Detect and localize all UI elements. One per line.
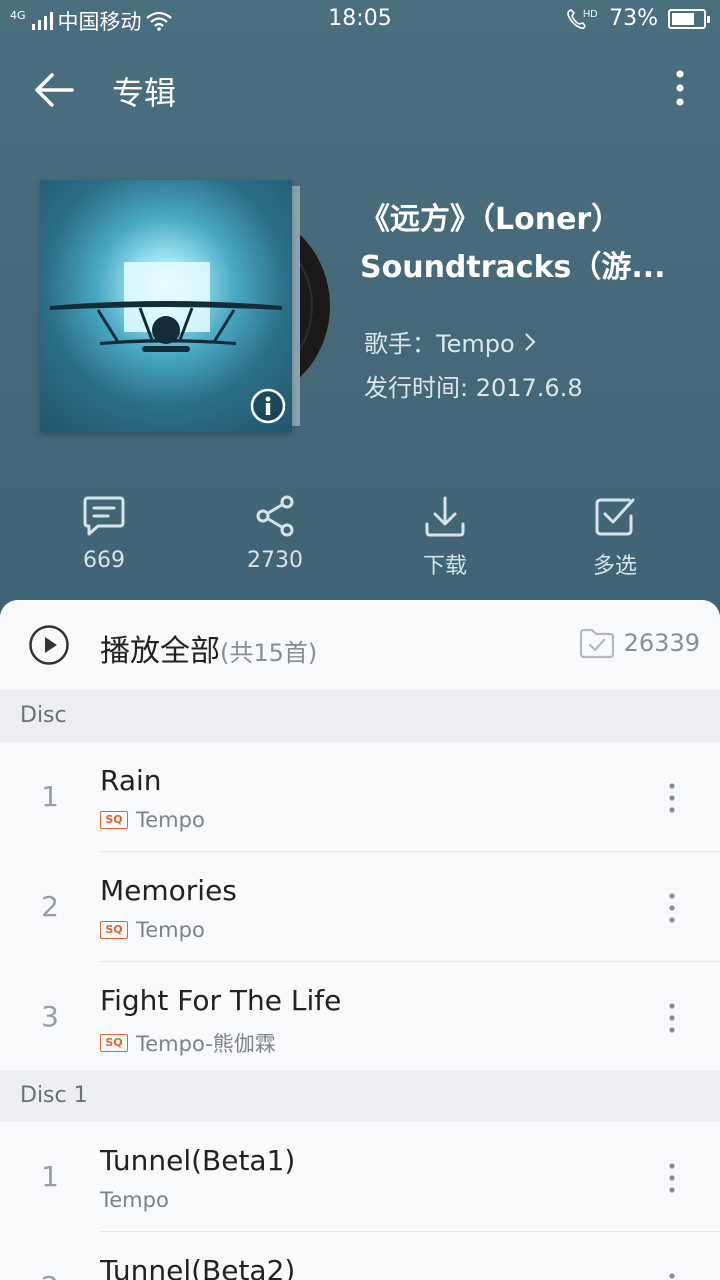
album-title: 《远方》（Loner） Soundtracks（游... (360, 196, 680, 292)
album-info-button[interactable] (250, 388, 286, 424)
download-button[interactable]: 下载 (385, 494, 505, 580)
track-title: Memories (100, 874, 237, 907)
track-more-icon[interactable] (660, 1270, 684, 1280)
disc-header: Disc 1 (0, 1070, 720, 1122)
hd-call-icon: HD (567, 9, 598, 29)
comments-button[interactable]: 669 (44, 494, 164, 573)
track-more-icon[interactable] (660, 780, 684, 816)
share-icon (256, 495, 294, 537)
track-title: Fight For The Life (100, 984, 342, 1017)
app-bar: 专辑 (0, 54, 720, 126)
album-title-line-1: 《远方》（Loner） (360, 202, 622, 237)
track-row[interactable]: 2 Tunnel(Beta2) (0, 1232, 720, 1280)
favorites-count: 26339 (623, 629, 700, 657)
track-title: Tunnel(Beta2) (100, 1254, 296, 1280)
sq-quality-badge: SQ (100, 1034, 128, 1052)
collect-album-button[interactable]: 26339 (578, 626, 700, 660)
comment-icon (83, 496, 125, 536)
battery-percent: 73% (609, 6, 658, 31)
track-artist: Tempo (100, 1188, 169, 1212)
track-list-panel: 播放全部(共15首) 26339 Disc 1 Rain SQ Tempo 2 … (0, 600, 720, 1280)
track-number: 1 (41, 1160, 59, 1193)
multiselect-label: 多选 (592, 554, 637, 579)
track-row[interactable]: 3 Fight For The Life SQ Tempo-熊伽霖 (0, 962, 720, 1072)
multiselect-button[interactable]: 多选 (555, 494, 675, 580)
track-title: Tunnel(Beta1) (100, 1144, 296, 1177)
album-actions: 669 2730 下载 多选 (0, 494, 720, 584)
arrow-left-icon (35, 73, 74, 107)
chevron-right-icon (524, 332, 536, 351)
page-title: 专辑 (112, 74, 177, 112)
track-title: Rain (100, 764, 162, 797)
back-button[interactable] (28, 64, 84, 116)
track-row[interactable]: 2 Memories SQ Tempo (0, 852, 720, 962)
disc-header: Disc (0, 690, 720, 742)
track-row[interactable]: 1 Rain SQ Tempo (0, 742, 720, 852)
track-more-icon[interactable] (660, 1000, 684, 1036)
folder-check-icon (579, 628, 614, 659)
release-date: 发行时间: 2017.6.8 (364, 374, 583, 402)
artist-label: 歌手：Tempo (364, 330, 515, 358)
checkbox-icon (595, 498, 635, 536)
download-icon (425, 496, 465, 537)
track-artist: Tempo-熊伽霖 (136, 1032, 276, 1056)
play-circle-icon (29, 625, 69, 665)
more-options-button[interactable] (668, 66, 692, 114)
play-all-row[interactable]: 播放全部(共15首) 26339 (0, 600, 720, 690)
sq-quality-badge: SQ (100, 921, 128, 939)
album-artist-link[interactable]: 歌手：Tempo (364, 324, 537, 359)
track-row[interactable]: 1 Tunnel(Beta1) Tempo (0, 1122, 720, 1232)
download-label: 下载 (422, 554, 467, 579)
share-button[interactable]: 2730 (215, 494, 335, 573)
sq-quality-badge: SQ (100, 811, 128, 829)
track-number: 3 (41, 1000, 59, 1033)
album-cover[interactable] (40, 180, 330, 432)
share-count: 2730 (247, 548, 303, 573)
album-title-line-2: Soundtracks（游... (360, 250, 666, 285)
battery-icon (668, 8, 710, 29)
hd-label: HD (583, 9, 597, 20)
track-number: 2 (41, 890, 59, 923)
track-number: 2 (36, 1270, 64, 1280)
more-vertical-icon (676, 70, 684, 106)
track-artist: Tempo (136, 808, 205, 832)
track-number: 1 (41, 780, 59, 813)
track-more-icon[interactable] (660, 1160, 684, 1196)
comments-count: 669 (83, 548, 125, 573)
track-more-icon[interactable] (660, 890, 684, 926)
status-bar: 4G 中国移动 18:05 HD 73% (0, 0, 720, 38)
track-count: (共15首) (220, 639, 318, 667)
track-artist: Tempo (136, 918, 205, 942)
play-all-label: 播放全部(共15首) (100, 634, 318, 669)
info-icon (250, 388, 286, 424)
